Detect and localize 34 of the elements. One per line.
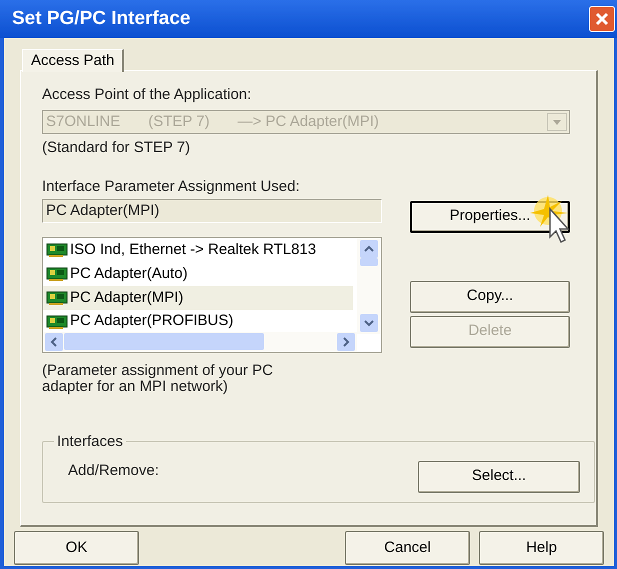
scroll-left-icon[interactable] — [45, 332, 63, 350]
horizontal-scrollbar[interactable] — [43, 332, 357, 352]
dialog-button[interactable]: OK — [14, 531, 139, 565]
scroll-down-icon[interactable] — [360, 314, 378, 332]
vertical-scrollbar[interactable] — [357, 238, 381, 334]
list-item[interactable]: PC Adapter(Auto) — [43, 262, 353, 286]
list-item[interactable]: PC Adapter(PROFIBUS) — [43, 310, 353, 334]
list-item[interactable]: PC Adapter(MPI) — [43, 286, 353, 310]
field-label: Access Point of the Application: — [42, 86, 252, 104]
window-title: Set PG/PC Interface — [11, 6, 190, 31]
list-item[interactable]: ISO Ind, Ethernet -> Realtek RTL813 — [43, 238, 353, 262]
list-item-text: PC Adapter(Auto) — [70, 264, 188, 284]
field-label: Interface Parameter Assignment Used: — [42, 178, 301, 196]
network-card-icon — [46, 314, 68, 330]
field-label: Add/Remove: — [68, 461, 159, 482]
network-card-icon — [46, 290, 68, 306]
tab[interactable]: Access Path — [22, 49, 124, 72]
note-text: (Standard for STEP 7) — [42, 138, 192, 158]
network-card-icon — [46, 242, 68, 258]
list-item-text: PC Adapter(PROFIBUS) — [70, 311, 234, 332]
close-icon — [595, 12, 609, 26]
network-card-icon — [46, 266, 68, 282]
scroll-thumb[interactable] — [64, 333, 264, 350]
value-field: PC Adapter(MPI) — [42, 198, 382, 222]
list-item-text: PC Adapter(MPI) — [70, 288, 184, 308]
scroll-up-icon[interactable] — [360, 240, 378, 258]
dialog-button[interactable]: Cancel — [345, 531, 470, 565]
side-button[interactable]: Copy... — [410, 280, 570, 312]
list-item-text: ISO Ind, Ethernet -> Realtek RTL813 — [70, 240, 316, 260]
scroll-right-icon[interactable] — [337, 332, 355, 350]
dialog-button[interactable]: Help — [479, 531, 604, 565]
close-button[interactable] — [589, 6, 615, 32]
description-text: (Parameter assignment of your PC adapter for an MPI network) — [42, 362, 274, 394]
select-button[interactable]: Select... — [418, 460, 580, 492]
